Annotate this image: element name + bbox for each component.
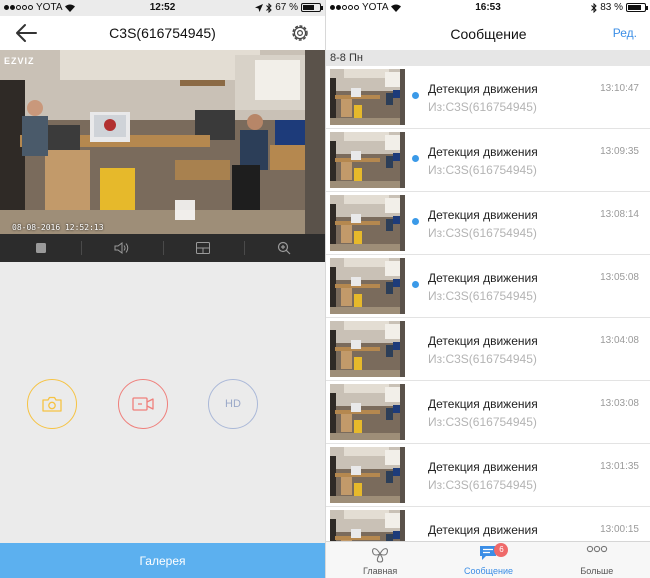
- event-source: Из:C3S(616754945): [428, 352, 537, 366]
- camera-icon: [42, 396, 62, 412]
- event-thumbnail: [330, 510, 405, 541]
- tab-bar: Главная 6 Сообщение Больше: [326, 541, 650, 578]
- camera-scene-image: [0, 50, 325, 234]
- tab-label: Главная: [363, 566, 398, 576]
- sound-button[interactable]: [81, 234, 162, 262]
- event-title: Детекция движения: [428, 271, 538, 285]
- event-title: Детекция движения: [428, 334, 538, 348]
- event-thumbnail: [330, 258, 405, 314]
- battery-percent: 67 %: [275, 2, 298, 13]
- fan-icon: [370, 545, 390, 565]
- event-time: 13:01:35: [600, 461, 639, 472]
- battery-icon: [301, 3, 323, 12]
- event-title: Детекция движения: [428, 82, 538, 96]
- message-row[interactable]: Детекция движения Из:C3S(616754945) 13:04:…: [326, 318, 650, 381]
- back-arrow-icon: [16, 24, 37, 42]
- event-source: Из:C3S(616754945): [428, 163, 537, 177]
- speaker-icon: [114, 242, 129, 254]
- event-title: Детекция движения: [428, 397, 538, 411]
- stop-icon: [35, 243, 46, 253]
- record-button[interactable]: [118, 379, 168, 429]
- message-list[interactable]: Детекция движения Из:C3S(616754945) 13:10:…: [326, 66, 650, 541]
- event-title: Детекция движения: [428, 208, 538, 222]
- event-time: 13:09:35: [600, 146, 639, 157]
- event-thumbnail: [330, 321, 405, 377]
- stop-button[interactable]: [0, 234, 81, 262]
- live-video-feed[interactable]: EZVIZ 08-08-2016 12:52:13: [0, 50, 325, 234]
- unread-dot-icon: [412, 218, 419, 225]
- playback-toolbar: [0, 234, 325, 262]
- tab-label: Больше: [580, 566, 614, 576]
- unread-dot-icon: [412, 92, 419, 99]
- event-source: Из:C3S(616754945): [428, 100, 537, 114]
- message-row[interactable]: Детекция движения Из:C3S(616754945) 13:08:…: [326, 192, 650, 255]
- message-row[interactable]: Детекция движения Из:C3S(616754945) 13:10:…: [326, 66, 650, 129]
- event-time: 13:00:15: [600, 524, 639, 535]
- hd-label: HD: [225, 398, 241, 410]
- event-source: Из:C3S(616754945): [428, 415, 537, 429]
- event-source: Из:C3S(616754945): [428, 478, 537, 492]
- tab-messages[interactable]: 6 Сообщение: [434, 542, 542, 578]
- settings-button[interactable]: [289, 22, 311, 44]
- location-icon: [255, 3, 264, 12]
- device-title: C3S(616754945): [109, 25, 216, 41]
- zoom-button[interactable]: [243, 234, 325, 262]
- tab-label: Сообщение: [464, 566, 513, 576]
- bluetooth-icon: [591, 2, 597, 13]
- event-title: Детекция движения: [428, 145, 538, 159]
- back-button[interactable]: [14, 22, 38, 44]
- tab-home[interactable]: Главная: [326, 542, 434, 578]
- snapshot-button[interactable]: [27, 379, 77, 429]
- battery-percent: 83 %: [600, 2, 623, 13]
- messages-screen: YOTA 16:53 83 % Сообщение Ред. 8-8 Пн Де…: [325, 0, 650, 578]
- bluetooth-icon: [266, 2, 272, 13]
- event-thumbnail: [330, 195, 405, 251]
- event-time: 13:08:14: [600, 209, 639, 220]
- quality-button[interactable]: [162, 234, 244, 262]
- message-row[interactable]: Детекция движения Из:C3S(616754945) 13:05:…: [326, 255, 650, 318]
- hd-button[interactable]: HD: [208, 379, 258, 429]
- event-time: 13:10:47: [600, 83, 639, 94]
- navigation-bar: C3S(616754945): [0, 16, 325, 50]
- status-bar: YOTA 16:53 83 %: [326, 0, 650, 16]
- grid-icon: [196, 242, 211, 254]
- status-bar: YOTA 12:52 67 %: [0, 0, 325, 16]
- more-icon: [586, 545, 608, 555]
- message-row[interactable]: Детекция движения Из:C3S(616754945) 13:01:…: [326, 444, 650, 507]
- event-source: Из:C3S(616754945): [428, 289, 537, 303]
- edit-button[interactable]: Ред.: [613, 26, 637, 40]
- gear-icon: [292, 25, 308, 41]
- unread-dot-icon: [412, 281, 419, 288]
- event-source: Из:C3S(616754945): [428, 226, 537, 240]
- date-section-header: 8-8 Пн: [326, 50, 650, 66]
- event-thumbnail: [330, 132, 405, 188]
- live-view-screen: YOTA 12:52 67 % C3S(616754945) EZVIZ 08-…: [0, 0, 325, 578]
- event-time: 13:03:08: [600, 398, 639, 409]
- zoom-in-icon: [278, 241, 291, 255]
- message-row[interactable]: Детекция движения Из:C3S(616754945) 13:09:…: [326, 129, 650, 192]
- video-timestamp: 08-08-2016 12:52:13: [12, 223, 104, 232]
- message-row[interactable]: Детекция движения Из:C3S(616754945) 13:03:…: [326, 381, 650, 444]
- battery-level: [303, 5, 314, 10]
- page-title: Сообщение: [450, 26, 527, 42]
- event-title: Детекция движения: [428, 460, 538, 474]
- unread-count-badge: 6: [494, 543, 509, 557]
- video-camera-icon: [132, 397, 154, 411]
- event-thumbnail: [330, 447, 405, 503]
- event-title: Детекция движения: [428, 523, 538, 537]
- event-time: 13:05:08: [600, 272, 639, 283]
- navigation-bar: Сообщение Ред.: [326, 16, 650, 50]
- battery-icon: [626, 3, 648, 12]
- battery-level: [628, 5, 642, 10]
- message-row[interactable]: Детекция движенияИз:C3S(616754945)13:00:…: [326, 507, 650, 541]
- tab-more[interactable]: Больше: [543, 542, 650, 578]
- gallery-button[interactable]: Галерея: [0, 543, 325, 578]
- unread-dot-icon: [412, 155, 419, 162]
- event-thumbnail: [330, 384, 405, 440]
- ezviz-logo: EZVIZ: [4, 56, 35, 66]
- event-time: 13:04:08: [600, 335, 639, 346]
- event-thumbnail: [330, 69, 405, 125]
